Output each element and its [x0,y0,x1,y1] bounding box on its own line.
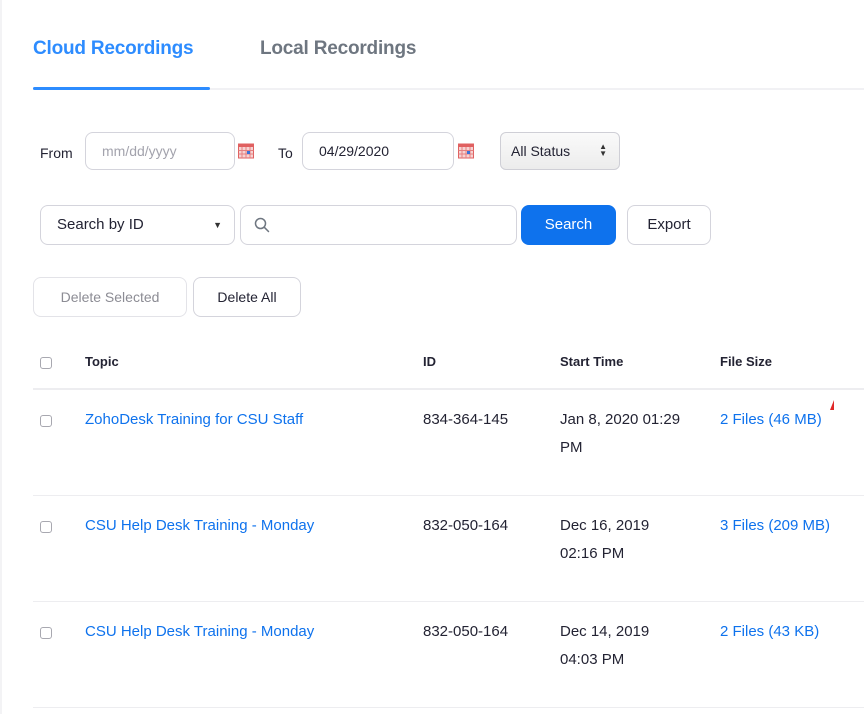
start-time-line2: PM [560,439,583,456]
alert-indicator-icon [830,400,834,410]
files-link[interactable]: 3 Files (209 MB) [720,512,830,540]
start-time-line1: Dec 14, 2019 [560,623,650,640]
topic-link[interactable]: CSU Help Desk Training - Monday [85,618,314,646]
meeting-id: 834-364-145 [423,411,509,428]
active-tab-indicator [33,87,210,90]
to-date-input[interactable]: 04/29/2020 [302,132,454,170]
calendar-icon[interactable] [238,143,254,159]
start-time: Dec 16, 2019 02:16 PM [560,512,700,568]
calendar-icon[interactable] [458,143,474,159]
select-all-checkbox[interactable] [40,357,52,369]
column-header-start-time: Start Time [560,354,624,369]
row-checkbox[interactable] [40,627,52,639]
from-label: From [40,145,73,161]
start-time: Dec 14, 2019 04:03 PM [560,618,700,674]
to-date-value: 04/29/2020 [319,143,390,159]
table-row: CSU Help Desk Training - Monday 832-050-… [33,602,864,708]
search-by-select[interactable]: Search by ID ▼ [40,205,235,245]
recordings-tabs: Cloud Recordings Local Recordings [33,0,864,90]
search-input[interactable] [240,205,517,245]
meeting-id: 832-050-164 [423,623,509,640]
column-header-file-size: File Size [720,354,773,369]
delete-all-button[interactable]: Delete All [193,277,301,317]
export-button[interactable]: Export [627,205,711,245]
status-select[interactable]: All Status ▲ ▼ [500,132,620,170]
start-time-line2: 02:16 PM [560,545,625,562]
recordings-table: Topic ID Start Time File Size ZohoDesk T… [33,340,864,708]
delete-selected-button[interactable]: Delete Selected [33,277,187,317]
start-time-line1: Dec 16, 2019 [560,517,650,534]
topic-link[interactable]: CSU Help Desk Training - Monday [85,512,314,540]
table-row: ZohoDesk Training for CSU Staff 834-364-… [33,390,864,496]
updown-arrows-icon: ▲ ▼ [599,142,607,159]
table-row: CSU Help Desk Training - Monday 832-050-… [33,496,864,602]
start-time-line2: 04:03 PM [560,651,625,668]
column-header-topic: Topic [85,354,119,369]
tab-cloud-recordings[interactable]: Cloud Recordings [33,38,194,60]
search-button[interactable]: Search [521,205,616,245]
from-date-input[interactable]: mm/dd/yyyy [85,132,235,170]
page-left-border [0,0,2,714]
start-time: Jan 8, 2020 01:29 PM [560,406,700,462]
files-link[interactable]: 2 Files (46 MB) [720,406,822,434]
column-header-id: ID [423,354,436,369]
files-link[interactable]: 2 Files (43 KB) [720,618,819,646]
start-time-line1: Jan 8, 2020 01:29 [560,411,681,428]
to-label: To [278,145,293,161]
status-select-value: All Status [511,143,571,159]
caret-down-icon: ▼ [213,220,222,230]
row-checkbox[interactable] [40,521,52,533]
table-header: Topic ID Start Time File Size [33,340,864,390]
from-date-placeholder: mm/dd/yyyy [102,143,177,159]
row-checkbox[interactable] [40,415,52,427]
meeting-id: 832-050-164 [423,517,509,534]
topic-link[interactable]: ZohoDesk Training for CSU Staff [85,406,303,434]
tab-local-recordings[interactable]: Local Recordings [260,38,416,60]
search-icon [254,217,270,233]
search-by-value: Search by ID [57,216,144,233]
